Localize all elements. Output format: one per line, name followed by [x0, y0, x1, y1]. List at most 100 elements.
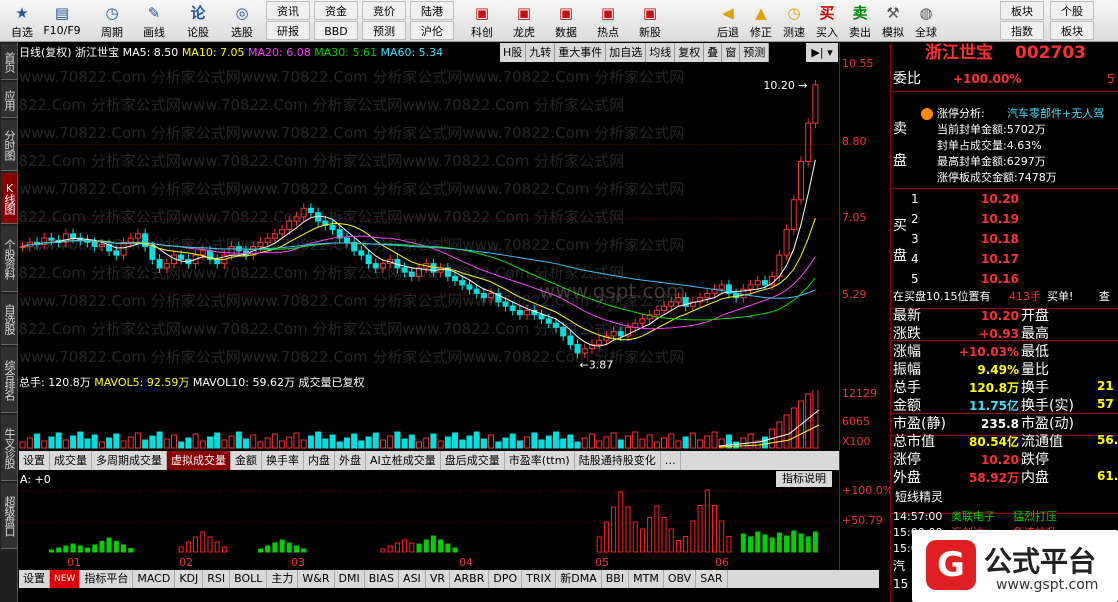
toolbar-grid-button[interactable]: 陆港 — [410, 1, 454, 20]
volume-tab-2[interactable]: 多周期成交量 — [92, 451, 167, 470]
chart-tab-8[interactable]: 预测 — [740, 43, 770, 62]
toolbar-grid-button[interactable]: 研报 — [266, 21, 310, 40]
chart-tab-0[interactable]: H股 — [500, 43, 527, 62]
left-tab-7[interactable]: 牛叉诊股 — [1, 415, 17, 481]
volume-tab-8[interactable]: AI立桩成交量 — [366, 451, 441, 470]
toolbar-clock-button[interactable]: ◷ 周期 — [92, 0, 132, 42]
volume-tab-4[interactable]: 金额 — [231, 451, 262, 470]
volume-tab-5[interactable]: 换手率 — [262, 451, 304, 470]
indicator-tab-12[interactable]: VR — [426, 570, 450, 588]
month-axis: 01 02 03 04 05 06 — [19, 556, 839, 570]
chart-tab-7[interactable]: 窗 — [722, 43, 741, 62]
toolbar-grid-button[interactable]: 竞价 — [362, 1, 406, 20]
indicator-tab-15[interactable]: TRIX — [522, 570, 557, 588]
volume-tab-0[interactable]: 设置 — [19, 451, 50, 470]
toolbar-clock-button[interactable]: ◷ 测速 — [778, 0, 810, 42]
toolbar-grid-button[interactable]: 预测 — [362, 21, 406, 40]
left-tab-2[interactable]: 分时图 — [1, 120, 17, 171]
toolbar-right-button[interactable]: ▣ 新股 — [630, 0, 670, 42]
indicator-tab-3[interactable]: MACD — [133, 570, 176, 588]
toolbar-comment-button[interactable]: 论论股 — [178, 0, 218, 42]
toolbar-grid2-button[interactable]: 板块 — [1000, 1, 1044, 20]
left-tab-1[interactable]: 应用 — [1, 82, 17, 118]
toolbar-pen-button[interactable]: ✎ 画线 — [134, 0, 174, 42]
indicator-tab-11[interactable]: ASI — [399, 570, 426, 588]
indicator-tab-4[interactable]: KDJ — [175, 570, 204, 588]
toolbar-grid-button[interactable]: BBD — [314, 21, 358, 40]
indicator-tab-5[interactable]: RSI — [203, 570, 231, 588]
chart-tab-5[interactable]: 复权 — [675, 43, 705, 62]
toolbar-f10-button[interactable]: ▤ F10/F9 — [42, 0, 82, 42]
volume-tab-3[interactable]: 虚拟成交量 — [167, 451, 231, 470]
volume-tab-6[interactable]: 内盘 — [304, 451, 335, 470]
toolbar-grid-button[interactable]: 沪伦 — [410, 21, 454, 40]
toolbar-right-button[interactable]: ▣ 龙虎 — [504, 0, 544, 42]
indicator-tab-18[interactable]: MTM — [629, 570, 664, 588]
indicator-tab-20[interactable]: SAR — [696, 570, 728, 588]
toolbar-grid-button[interactable]: 资金 — [314, 1, 358, 20]
toolbar-buy-button[interactable]: 买买入 — [811, 0, 843, 42]
quote-row: 总市值 80.54亿 流通值 — [891, 433, 1118, 451]
volume-tab-7[interactable]: 外盘 — [335, 451, 366, 470]
left-tab-6[interactable]: 综合排名 — [1, 347, 17, 413]
left-tab-0[interactable]: 首页 — [1, 44, 17, 80]
toolbar-right-button[interactable]: ▣ 科创 — [462, 0, 502, 42]
chart-tab-3[interactable]: 加自选 — [606, 43, 647, 62]
indicator-tab-19[interactable]: OBV — [664, 570, 697, 588]
toolbar-globe-button[interactable]: ◍ 全球 — [910, 0, 942, 42]
toolbar-up-arrow-button[interactable]: ▲ 修正 — [745, 0, 777, 42]
indicator-tab-10[interactable]: BIAS — [365, 570, 400, 588]
indicator-label: A: +0 — [20, 473, 51, 486]
toolbar-grid2-button[interactable]: 板块 — [1050, 21, 1094, 40]
toolbar-back-arrow-button[interactable]: ◀ 后退 — [712, 0, 744, 42]
indicator-tab-17[interactable]: BBI — [602, 570, 630, 588]
chart-tab-6[interactable]: 叠 — [704, 43, 723, 62]
chart-tab-4[interactable]: 均线 — [646, 43, 676, 62]
quote-label2: 最高 — [1021, 326, 1049, 342]
left-tab-5[interactable]: 自选股 — [1, 294, 17, 345]
toolbar-hammer-button[interactable]: ⚒ 模拟 — [877, 0, 909, 42]
indicator-tab-7[interactable]: 主力 — [267, 570, 299, 588]
volume-chart[interactable] — [19, 390, 839, 450]
indicator-tab-1[interactable]: NEW — [50, 570, 81, 588]
volume-bar — [113, 433, 120, 449]
candle — [524, 309, 531, 316]
dxjl-title[interactable]: 短线精灵 — [895, 488, 943, 505]
chart-tab-2[interactable]: 重大事件 — [555, 43, 607, 62]
left-tab-8[interactable]: 超级盘口 — [1, 483, 17, 549]
indicator-explain-button[interactable]: 指标说明 — [776, 471, 832, 487]
indicator-tab-0[interactable]: 设置 — [19, 570, 50, 588]
chart-tab-1[interactable]: 九转 — [526, 43, 556, 62]
left-tab-3[interactable]: K线图 — [1, 173, 17, 224]
volume-tab-11[interactable]: 陆股通持股变化 — [575, 451, 661, 470]
left-tab-4[interactable]: 个股资料 — [1, 226, 17, 292]
toolbar-grid2-button[interactable]: 指数 — [1000, 21, 1044, 40]
bid-price: 10.19 — [981, 212, 1019, 226]
collapse-arrow-icon[interactable]: ▶| ▾ — [806, 43, 838, 62]
toolbar-grid2-button[interactable]: 个股 — [1050, 1, 1094, 20]
indicator-tab-13[interactable]: ARBR — [450, 570, 490, 588]
kline-chart[interactable]: 10.20 →←3.87www.gspt.comwww.70822.Com 分析… — [19, 62, 839, 374]
volume-bar — [603, 436, 610, 449]
toolbar-right-button[interactable]: ▣ 数据 — [546, 0, 586, 42]
toolbar-right-button[interactable]: ▣ 热点 — [588, 0, 628, 42]
volume-tab-9[interactable]: 盘后成交量 — [441, 451, 505, 470]
volume-bar — [293, 432, 300, 449]
indicator-tab-6[interactable]: BOLL — [230, 570, 268, 588]
volume-tab-10[interactable]: 市盈率(ttm) — [505, 451, 575, 470]
toolbar-sell-button[interactable]: 卖卖出 — [844, 0, 876, 42]
volume-tab-1[interactable]: 成交量 — [50, 451, 92, 470]
volume-bar — [617, 439, 624, 449]
indicator-tab-14[interactable]: DPO — [489, 570, 523, 588]
indicator-tab-8[interactable]: W&R — [298, 570, 335, 588]
buy-icon: 买 — [819, 4, 835, 22]
indicator-tab-2[interactable]: 指标平台 — [80, 570, 134, 588]
indicator-chart[interactable] — [19, 488, 839, 556]
toolbar-star-button[interactable]: ★ 自选 — [2, 0, 42, 42]
toolbar-grid-button[interactable]: 资讯 — [266, 1, 310, 20]
volume-tab-12[interactable]: … — [661, 451, 681, 470]
indicator-tab-9[interactable]: DMI — [335, 570, 365, 588]
indicator-tab-16[interactable]: 新DMA — [556, 570, 602, 588]
zaimai-more[interactable]: 查 — [1099, 288, 1110, 306]
toolbar-screener-button[interactable]: ◎ 选股 — [222, 0, 262, 42]
